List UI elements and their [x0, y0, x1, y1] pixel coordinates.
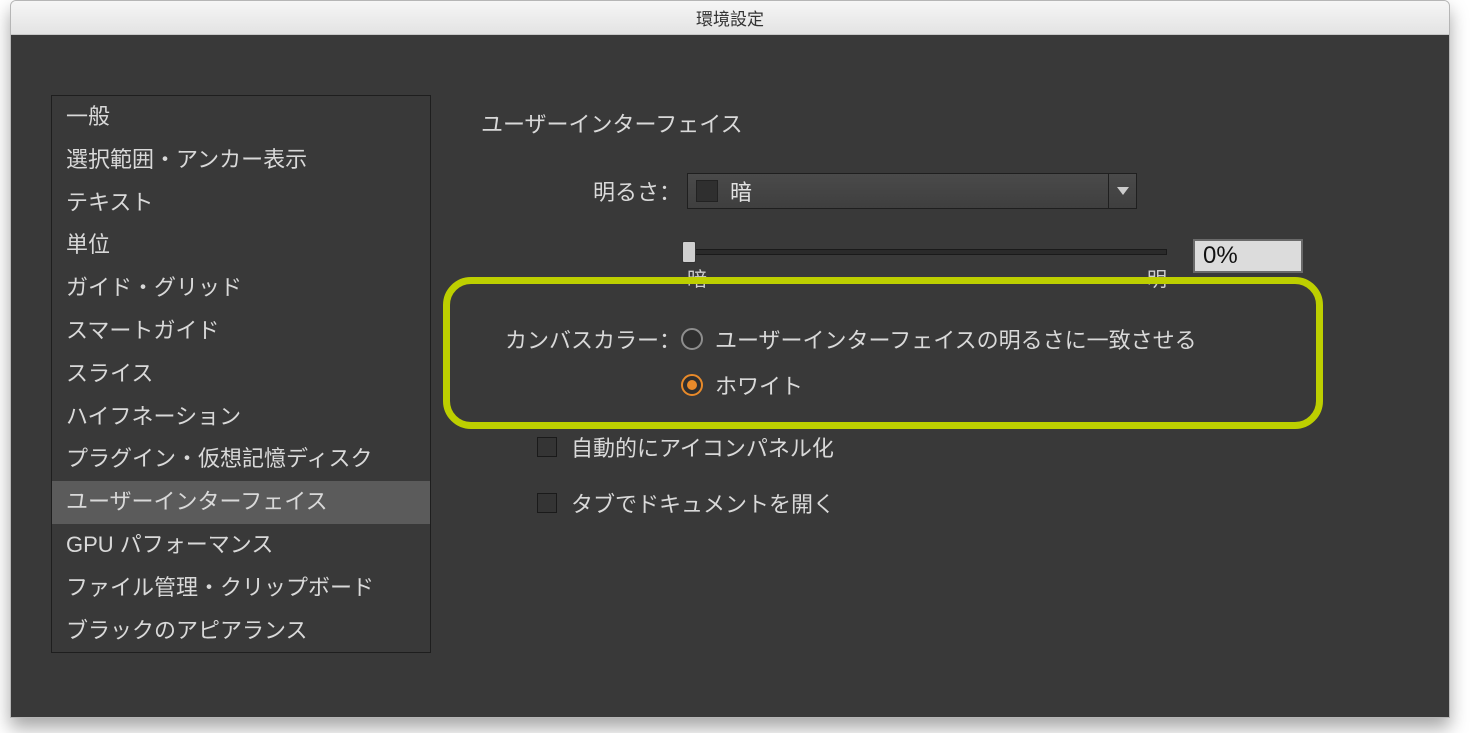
checkbox-open-tabs[interactable] — [537, 493, 557, 513]
sidebar-item-selection-anchor[interactable]: 選択範囲・アンカー表示 — [52, 139, 430, 182]
sidebar-item-smart-guides[interactable]: スマートガイド — [52, 310, 430, 353]
sidebar-item-user-interface[interactable]: ユーザーインターフェイス — [52, 481, 430, 524]
sidebar-item-plugins-scratch[interactable]: プラグイン・仮想記憶ディスク — [52, 438, 430, 481]
sidebar-item-black-appearance[interactable]: ブラックのアピアランス — [52, 610, 430, 653]
sidebar-item-hyphenation[interactable]: ハイフネーション — [52, 396, 430, 439]
chevron-down-icon — [1108, 174, 1136, 208]
sidebar-item-text[interactable]: テキスト — [52, 182, 430, 225]
radio-white-label: ホワイト — [715, 369, 803, 401]
sidebar-item-label: GPU パフォーマンス — [66, 532, 273, 557]
radio-white[interactable] — [681, 374, 703, 396]
sidebar-item-units[interactable]: 単位 — [52, 224, 430, 267]
sidebar-item-label: ガイド・グリッド — [66, 275, 242, 300]
sidebar-item-label: 単位 — [66, 232, 110, 257]
slider-thumb[interactable] — [682, 241, 696, 263]
brightness-value: 暗 — [730, 175, 1108, 207]
sidebar-item-label: プラグイン・仮想記憶ディスク — [66, 446, 372, 471]
slider-min-label: 暗 — [687, 263, 707, 292]
sidebar-item-label: ブラックのアピアランス — [66, 618, 308, 643]
sidebar-item-general[interactable]: 一般 — [52, 96, 430, 139]
brightness-percent[interactable]: 0% — [1193, 239, 1303, 273]
checkbox-auto-iconify[interactable] — [537, 437, 557, 457]
brightness-swatch — [696, 180, 718, 202]
sidebar-item-guides-grid[interactable]: ガイド・グリッド — [52, 267, 430, 310]
radio-match-ui-label: ユーザーインターフェイスの明るさに一致させる — [715, 323, 1197, 355]
checkbox-open-tabs-label: タブでドキュメントを開く — [571, 487, 835, 519]
sidebar-item-label: ファイル管理・クリップボード — [66, 575, 374, 600]
brightness-dropdown[interactable]: 暗 — [687, 173, 1137, 209]
titlebar: 環境設定 — [11, 1, 1449, 35]
slider-track — [687, 249, 1167, 255]
window-title: 環境設定 — [696, 5, 764, 30]
sidebar-item-label: 選択範囲・アンカー表示 — [66, 147, 307, 172]
brightness-slider[interactable]: 暗 明 — [687, 235, 1167, 275]
main-panel: ユーザーインターフェイス 明るさ： 暗 暗 — [471, 95, 1449, 717]
sidebar-item-file-clipboard[interactable]: ファイル管理・クリップボード — [52, 567, 430, 610]
sidebar-item-label: スライス — [66, 361, 153, 386]
radio-match-ui[interactable] — [681, 328, 703, 350]
sidebar-item-gpu-performance[interactable]: GPU パフォーマンス — [52, 524, 430, 567]
checkbox-auto-iconify-label: 自動的にアイコンパネル化 — [571, 431, 834, 463]
slider-max-label: 明 — [1147, 263, 1167, 292]
brightness-label: 明るさ： — [481, 175, 681, 207]
sidebar-item-slices[interactable]: スライス — [52, 353, 430, 396]
section-title: ユーザーインターフェイス — [481, 107, 743, 139]
sidebar-item-label: テキスト — [66, 190, 153, 215]
sidebar-item-label: 一般 — [66, 104, 110, 129]
category-sidebar: 一般 選択範囲・アンカー表示 テキスト 単位 ガイド・グリッド スマートガイド … — [51, 95, 431, 653]
canvas-color-label: カンバスカラー： — [461, 323, 681, 355]
sidebar-item-label: スマートガイド — [66, 318, 219, 343]
window-body: 一般 選択範囲・アンカー表示 テキスト 単位 ガイド・グリッド スマートガイド … — [11, 35, 1449, 717]
sidebar-item-label: ユーザーインターフェイス — [66, 489, 328, 514]
sidebar-item-label: ハイフネーション — [66, 404, 241, 429]
preferences-window: 環境設定 一般 選択範囲・アンカー表示 テキスト 単位 ガイド・グリッド スマー… — [10, 0, 1450, 718]
